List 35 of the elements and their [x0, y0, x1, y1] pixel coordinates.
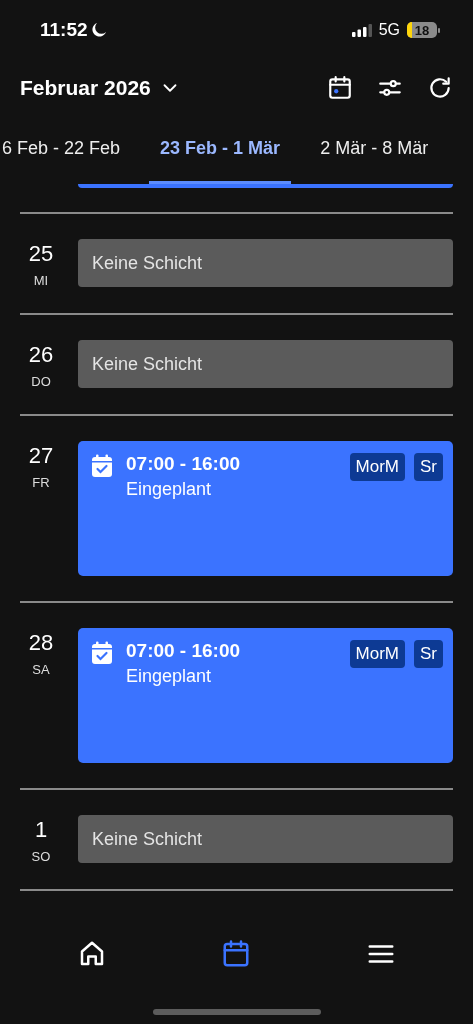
weekday-label: SA [32, 662, 50, 677]
calendar-check-icon [91, 454, 113, 478]
weekday-label: MI [33, 273, 49, 288]
day-number: 26 [28, 342, 54, 368]
battery-icon: 18 [407, 22, 440, 38]
clock-time: 11:52 [40, 19, 88, 41]
shift-status: Eingeplant [126, 479, 213, 500]
weekday-label: SO [31, 849, 51, 864]
calendar-icon[interactable] [327, 74, 353, 101]
shift-time: 07:00 - 16:00 [126, 453, 242, 475]
shift-card[interactable]: 07:00 - 16:00 Eingeplant MorM Sr [78, 628, 453, 763]
shift-card[interactable]: 07:00 - 16:00 Eingeplant MorM Sr [78, 441, 453, 576]
shift-tag: Sr [414, 640, 443, 668]
calendar-check-icon [91, 641, 113, 665]
week-tab[interactable]: 6 Feb - 22 Feb [0, 115, 132, 184]
weekday-label: DO [31, 374, 51, 389]
moon-icon [90, 22, 107, 38]
day-number: 27 [28, 443, 54, 469]
no-shift-card[interactable]: Keine Schicht [78, 239, 453, 287]
day-number: 25 [28, 241, 54, 267]
no-shift-card[interactable]: Keine Schicht [78, 815, 453, 863]
shift-tag: Sr [414, 453, 443, 481]
no-shift-card[interactable]: Keine Schicht [78, 340, 453, 388]
shift-status: Eingeplant [126, 666, 213, 687]
month-title[interactable]: Februar 2026 [20, 75, 151, 100]
signal-icon [351, 23, 372, 37]
day-number: 28 [28, 630, 54, 656]
day-number: 1 [34, 817, 48, 843]
shift-time: 07:00 - 16:00 [126, 640, 242, 662]
network-label: 5G [378, 21, 400, 39]
week-tab[interactable]: 2 Mär - 8 Mär [309, 115, 440, 184]
weekday-label: FR [32, 475, 50, 490]
shift-tag: MorM [349, 453, 405, 481]
shift-tag: MorM [349, 640, 405, 668]
refresh-icon[interactable] [427, 74, 453, 101]
